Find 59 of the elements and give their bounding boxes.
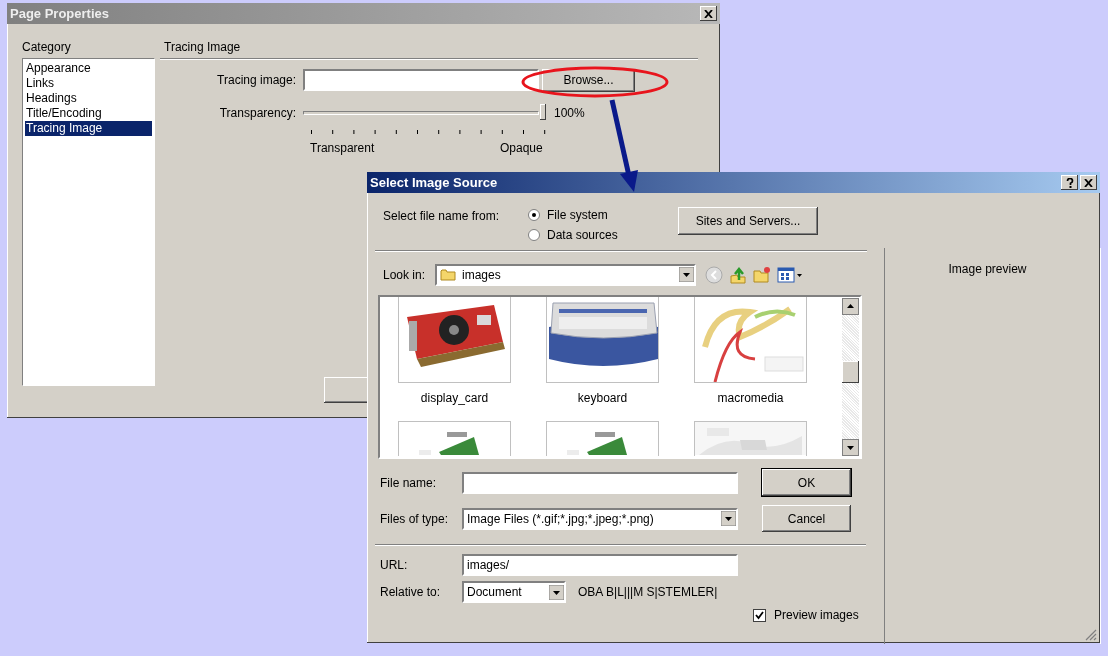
field-label: Relative to:: [379, 585, 442, 599]
dialog-button[interactable]: [324, 377, 369, 403]
window-title: Page Properties: [10, 6, 110, 21]
slider-thumb[interactable]: [540, 104, 546, 120]
scroll-thumb[interactable]: [842, 361, 859, 383]
scroll-up-icon: [842, 298, 859, 315]
close-icon: [704, 9, 713, 18]
file-name[interactable]: display_card: [398, 391, 511, 411]
resize-grip-icon[interactable]: [1085, 629, 1097, 641]
input-field[interactable]: [303, 69, 539, 91]
help-button[interactable]: [1061, 175, 1078, 190]
category-label: Category: [22, 40, 72, 56]
close-icon: [1084, 178, 1093, 187]
field-label: Files of type:: [379, 511, 450, 526]
view-menu-icon[interactable]: [777, 265, 803, 284]
section-title: Tracing Image: [163, 40, 242, 56]
checkbox-label: Preview images: [774, 608, 859, 622]
category-item[interactable]: Links: [25, 76, 152, 91]
file-name[interactable]: macromedia: [694, 391, 807, 411]
ok-button[interactable]: OK: [762, 469, 851, 496]
radio-label: Data sources: [547, 228, 618, 242]
dropdown-arrow-icon: [549, 584, 564, 600]
category-item[interactable]: Tracing Image: [25, 121, 152, 136]
field-label: Look in:: [382, 267, 427, 282]
slider-value: 100%: [554, 106, 585, 120]
help-icon: [1065, 177, 1074, 188]
radio-button[interactable]: [528, 209, 540, 221]
field-label: Transparency:: [218, 106, 297, 120]
input-field[interactable]: [462, 471, 738, 494]
field-label: URL:: [379, 558, 409, 572]
scrollbar[interactable]: [842, 298, 859, 456]
radio-label: File system: [547, 208, 608, 222]
relative-to-dropdown[interactable]: Document: [462, 581, 566, 603]
folder-dropdown[interactable]: images: [435, 263, 696, 286]
category-item[interactable]: Appearance: [25, 61, 152, 76]
file-name[interactable]: keyboard: [546, 391, 659, 411]
slider-min-label: Transparent: [310, 141, 376, 155]
sites-button[interactable]: Sites and Servers...: [678, 207, 818, 235]
preview-label: Image preview: [947, 262, 1028, 276]
file-type-dropdown[interactable]: Image Files (*.gif;*.jpg;*.jpeg;*.png): [462, 507, 738, 530]
dropdown-arrow-icon: [679, 267, 694, 282]
input-field[interactable]: images/: [462, 554, 738, 576]
radio-button[interactable]: [528, 229, 540, 241]
category-item[interactable]: Title/Encoding: [25, 106, 152, 121]
field-label: Tracing image:: [216, 73, 297, 87]
slider-max-label: Opaque: [500, 141, 543, 155]
new-folder-icon[interactable]: [753, 265, 771, 284]
scroll-down-icon: [842, 439, 859, 456]
close-button[interactable]: [1080, 175, 1097, 190]
cancel-button[interactable]: Cancel: [762, 505, 851, 532]
checkbox[interactable]: [753, 608, 766, 622]
dropdown-arrow-icon: [721, 511, 736, 526]
window-title: Select Image Source: [370, 175, 499, 190]
site-name: OBA B|L|||M S|STEMLER|: [578, 585, 718, 599]
up-folder-icon[interactable]: [729, 265, 747, 284]
category-item[interactable]: Headings: [25, 91, 152, 106]
field-label: Select file name from:: [382, 208, 501, 223]
field-label: File name:: [379, 475, 438, 490]
folder-icon: [440, 268, 456, 281]
